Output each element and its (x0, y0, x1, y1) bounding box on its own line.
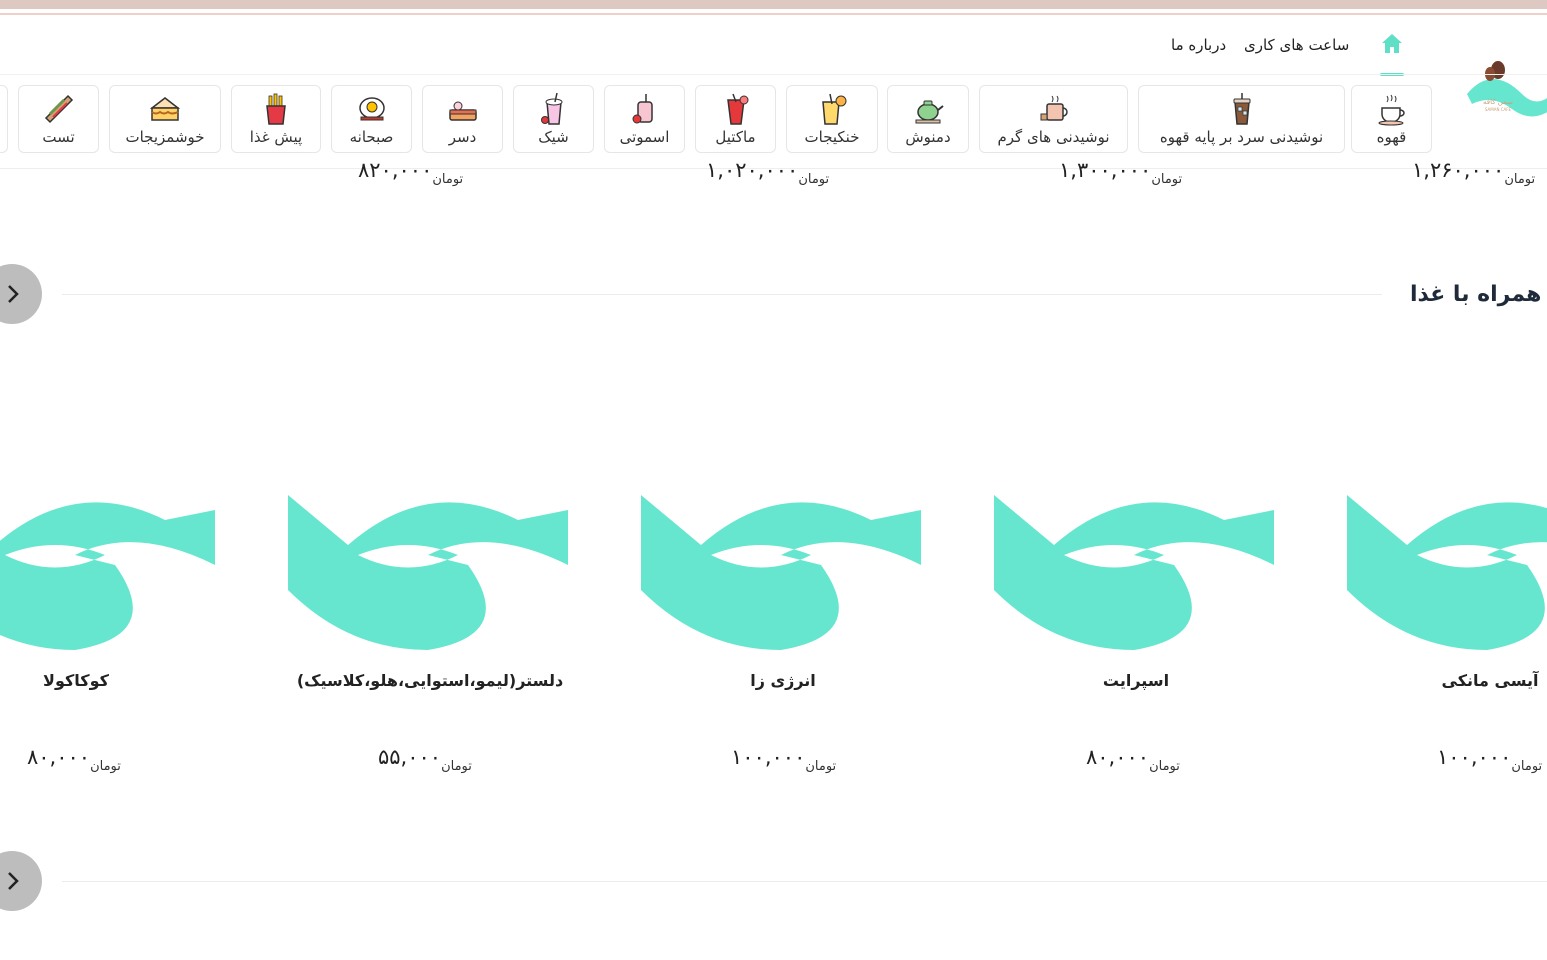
category-label: خنکیجات (804, 128, 860, 146)
product-price: تومان۵۵,۰۰۰ (378, 745, 472, 774)
toast-icon (44, 94, 73, 124)
chevron-right-icon (8, 872, 19, 890)
category-breakfast[interactable]: صبحانه (331, 85, 412, 153)
header: سمن کافه SAMAN CAFE ساعت های کاری درباره… (0, 16, 1547, 169)
category-label: پیش غذا (249, 128, 303, 146)
category-herbal-tea[interactable]: دمنوش (887, 85, 969, 153)
section-divider (62, 881, 1547, 882)
teapot-icon (915, 100, 944, 124)
fries-icon (266, 93, 286, 125)
hot-drink-icon (1040, 95, 1068, 121)
iced-coffee-icon (1233, 93, 1250, 125)
section-divider (62, 294, 1382, 295)
product-name[interactable]: دلستر(لیمو،استوایی،هلو،کلاسیک) (290, 671, 570, 690)
logo-text: سمن کافه (1483, 98, 1513, 106)
nav-home[interactable] (1378, 32, 1406, 76)
category-label: صبحانه (349, 128, 394, 146)
mocktail-icon (726, 93, 748, 125)
product-price: تومان۸۰,۰۰۰ (1086, 745, 1180, 774)
product-name[interactable]: کوکاکولا (0, 671, 166, 690)
category-appetizer[interactable]: پیش غذا (231, 85, 321, 153)
scroll-next-button[interactable] (0, 264, 42, 324)
logo[interactable]: سمن کافه SAMAN CAFE (1462, 54, 1547, 134)
shake-icon (540, 92, 562, 125)
category-cold-drinks[interactable]: خنکیجات (786, 85, 878, 153)
category-label: شیک (538, 128, 569, 146)
placeholder-logo-icon (641, 495, 921, 650)
coffee-cup-icon (1378, 94, 1405, 126)
category-toast[interactable]: تست (18, 85, 99, 153)
nav-about-us[interactable]: درباره ما (1171, 36, 1226, 54)
category-label: تست (42, 128, 75, 146)
category-label: قهوه (1376, 128, 1407, 146)
scroll-next-button[interactable] (0, 851, 42, 911)
product-image[interactable] (994, 485, 1279, 655)
product-name[interactable]: اسپرایت (1046, 671, 1226, 690)
top-strip-line (0, 13, 1547, 15)
product-price: تومان۸۲۰,۰۰۰ (358, 158, 464, 187)
placeholder-logo-icon (288, 495, 568, 650)
category-label: نوشیدنی سرد بر پایه قهوه (1159, 128, 1324, 146)
category-label: ماکتیل (715, 128, 756, 146)
product-price: تومان۱۰۰,۰۰۰ (1437, 745, 1543, 774)
category-shake[interactable]: شیک (513, 85, 594, 153)
cake-icon (149, 97, 181, 121)
category-label: نوشیدنی های گرم (997, 128, 1110, 146)
nav-working-hours[interactable]: ساعت های کاری (1244, 36, 1349, 54)
placeholder-logo-icon (994, 495, 1274, 650)
category-label: خوشمزیجات (125, 128, 205, 146)
section-title: ی همراه با غذا (1410, 282, 1547, 307)
product-price: تومان۱,۳۰۰,۰۰۰ (1059, 158, 1183, 187)
product-name[interactable]: آیسی مانکی (1400, 671, 1547, 690)
product-name[interactable]: انرژی زا (693, 671, 873, 690)
category-hot-drinks[interactable]: نوشیدنی های گرم (979, 85, 1128, 153)
product-image[interactable] (641, 485, 926, 655)
product-image[interactable] (0, 485, 220, 655)
product-price: تومان۸۰,۰۰۰ (27, 745, 121, 774)
category-coffee[interactable]: قهوه (1351, 85, 1432, 153)
smoothie-icon (632, 94, 653, 124)
home-icon (1382, 34, 1402, 53)
placeholder-logo-icon (1347, 495, 1547, 650)
category-label: دسر (448, 128, 477, 146)
category-mocktail[interactable]: ماکتیل (695, 85, 776, 153)
cold-drink-icon (822, 93, 847, 125)
breakfast-icon (358, 97, 385, 121)
product-price: تومان۱۰۰,۰۰۰ (731, 745, 837, 774)
category-smoothie[interactable]: اسموتی (604, 85, 685, 153)
placeholder-logo-icon (0, 502, 215, 650)
category-iced-coffee[interactable]: نوشیدنی سرد بر پایه قهوه (1138, 85, 1345, 153)
category-treats[interactable]: خوشمزیجات (109, 85, 221, 153)
category-partial[interactable] (0, 85, 8, 153)
product-price: تومان۱,۲۶۰,۰۰۰ (1412, 158, 1536, 187)
category-label: دمنوش (905, 128, 951, 146)
product-image[interactable] (288, 485, 573, 655)
category-dessert[interactable]: دسر (422, 85, 503, 153)
product-price: تومان۱,۰۲۰,۰۰۰ (706, 158, 830, 187)
product-image[interactable] (1347, 485, 1547, 655)
chevron-right-icon (8, 285, 19, 303)
category-label: اسموتی (619, 128, 670, 146)
logo-subtext: SAMAN CAFE (1485, 107, 1512, 112)
top-strip (0, 0, 1547, 9)
dessert-icon (448, 101, 477, 121)
header-separator (0, 74, 1547, 75)
